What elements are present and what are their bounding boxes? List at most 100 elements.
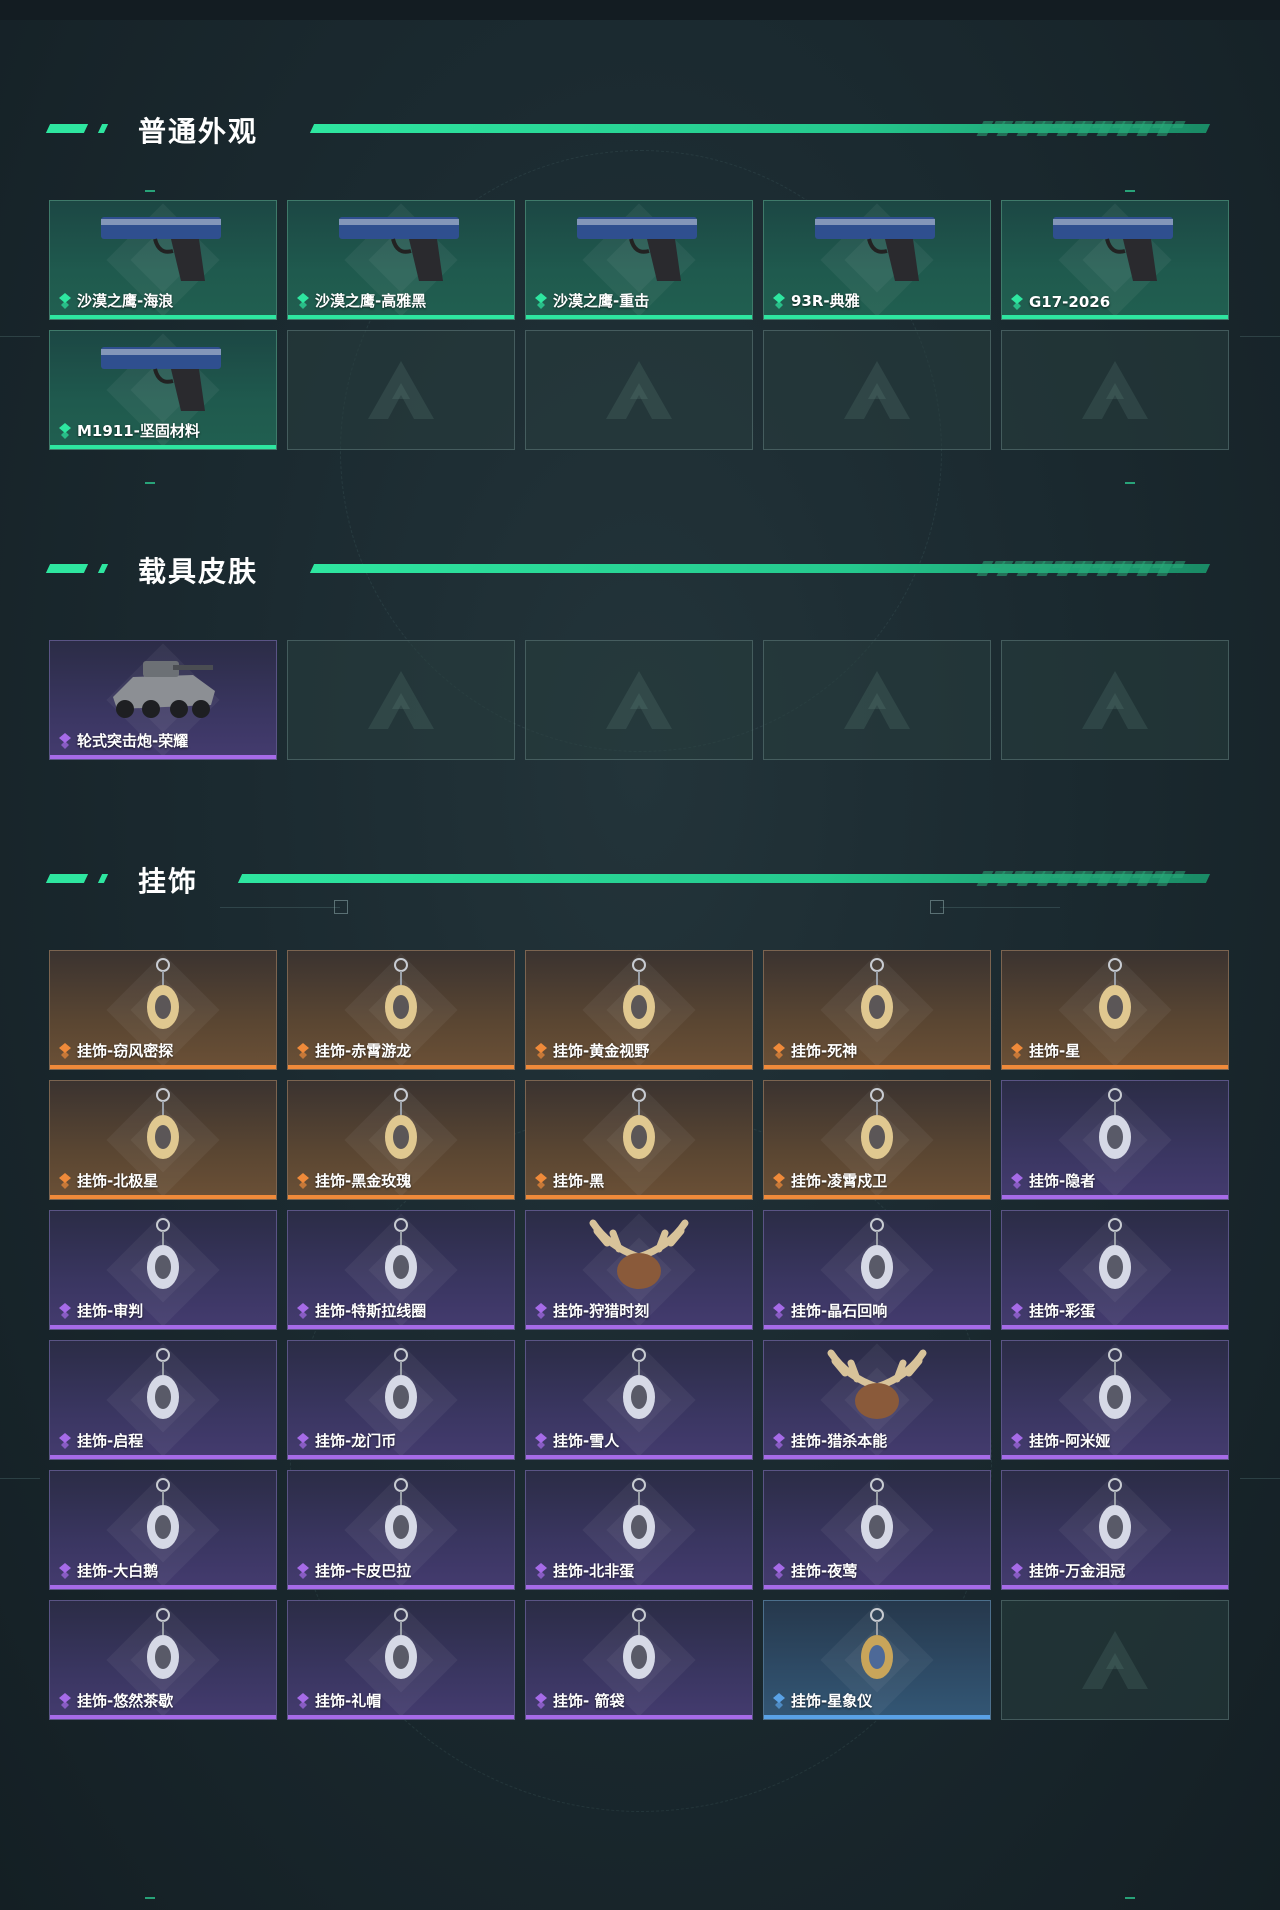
rarity-diamond-icon xyxy=(773,1302,785,1319)
item-label-row: 挂饰-死神 xyxy=(772,1040,857,1061)
item-card[interactable]: 挂饰-夜莺 xyxy=(763,1470,991,1590)
item-label-row: 挂饰-悠然茶歇 xyxy=(58,1690,173,1711)
item-name: 挂饰-审判 xyxy=(77,1302,144,1320)
item-name: 挂饰-彩蛋 xyxy=(1029,1302,1096,1320)
pistol-icon xyxy=(577,217,697,281)
item-name: 93R-典雅 xyxy=(791,292,860,310)
rarity-diamond-icon xyxy=(297,1432,309,1449)
item-label-row: 挂饰-窃风密探 xyxy=(58,1040,173,1061)
item-label-row: 挂饰-北极星 xyxy=(58,1170,158,1191)
item-card[interactable]: 沙漠之鹰-海浪 xyxy=(49,200,277,320)
rarity-diamond-icon xyxy=(59,1562,71,1579)
charm-icon xyxy=(623,1478,655,1549)
item-card[interactable]: 挂饰-礼帽 xyxy=(287,1600,515,1720)
placeholder-logo-icon xyxy=(1082,361,1148,419)
item-card[interactable]: 沙漠之鹰-高雅黑 xyxy=(287,200,515,320)
header-dash xyxy=(97,874,109,883)
item-card[interactable]: 挂饰-狩猎时刻 xyxy=(525,1210,753,1330)
item-card[interactable]: G17-2026 xyxy=(1001,200,1229,320)
item-card[interactable]: 挂饰-启程 xyxy=(49,1340,277,1460)
item-name: 挂饰-特斯拉线圈 xyxy=(315,1302,427,1320)
empty-slot xyxy=(525,640,753,760)
item-card[interactable]: 挂饰-星象仪 xyxy=(763,1600,991,1720)
rarity-diamond-icon xyxy=(535,1172,547,1189)
charm-icon xyxy=(1099,958,1131,1029)
rarity-diamond-icon xyxy=(297,1692,309,1709)
item-card[interactable]: 挂饰-黄金视野 xyxy=(525,950,753,1070)
item-card[interactable]: 挂饰-黑金玫瑰 xyxy=(287,1080,515,1200)
item-label-row: 挂饰-凌霄戍卫 xyxy=(772,1170,887,1191)
item-card[interactable]: 93R-典雅 xyxy=(763,200,991,320)
item-label-row: 沙漠之鹰-海浪 xyxy=(58,290,173,311)
item-label-row: 挂饰-黑金玫瑰 xyxy=(296,1170,411,1191)
item-card[interactable]: M1911-坚固材料 xyxy=(49,330,277,450)
item-card[interactable]: 挂饰-隐者 xyxy=(1001,1080,1229,1200)
item-card[interactable]: 挂饰-雪人 xyxy=(525,1340,753,1460)
item-name: 挂饰-死神 xyxy=(791,1042,858,1060)
item-card[interactable]: 挂饰-悠然茶歇 xyxy=(49,1600,277,1720)
item-card[interactable]: 挂饰-黑 xyxy=(525,1080,753,1200)
item-card[interactable]: 挂饰-晶石回响 xyxy=(763,1210,991,1330)
item-card[interactable]: 挂饰-大白鹅 xyxy=(49,1470,277,1590)
charm-icon xyxy=(861,1088,893,1159)
item-label-row: 挂饰-龙门币 xyxy=(296,1430,396,1451)
charm-icon xyxy=(861,1218,893,1289)
item-label-row: 挂饰-狩猎时刻 xyxy=(534,1300,649,1321)
rarity-diamond-icon xyxy=(1011,294,1023,310)
item-label-row: 挂饰-万金泪冠 xyxy=(1010,1560,1125,1581)
background-line xyxy=(0,1478,40,1479)
item-card[interactable]: 挂饰-窃风密探 xyxy=(49,950,277,1070)
item-name: 挂饰-启程 xyxy=(77,1432,144,1450)
item-name: 挂饰-窃风密探 xyxy=(77,1042,174,1060)
charm-icon xyxy=(147,1478,179,1549)
item-name: 挂饰-隐者 xyxy=(1029,1172,1096,1190)
rarity-diamond-icon xyxy=(773,1172,785,1189)
item-card[interactable]: 挂饰- 箭袋 xyxy=(525,1600,753,1720)
charm-icon xyxy=(1099,1348,1131,1419)
item-card[interactable]: 挂饰-彩蛋 xyxy=(1001,1210,1229,1330)
item-label-row: 挂饰-赤霄游龙 xyxy=(296,1040,411,1061)
section-title: 普通外观 xyxy=(138,115,259,148)
item-name: 挂饰-雪人 xyxy=(553,1432,620,1450)
item-card[interactable]: 挂饰-万金泪冠 xyxy=(1001,1470,1229,1590)
item-label-row: 挂饰-彩蛋 xyxy=(1010,1300,1095,1321)
item-card[interactable]: 挂饰-龙门币 xyxy=(287,1340,515,1460)
item-card[interactable]: 挂饰-北非蛋 xyxy=(525,1470,753,1590)
header-dash xyxy=(45,564,89,573)
rarity-diamond-icon xyxy=(297,1172,309,1189)
item-card[interactable]: 挂饰-阿米娅 xyxy=(1001,1340,1229,1460)
empty-slot xyxy=(287,330,515,450)
item-card[interactable]: 挂饰-凌霄戍卫 xyxy=(763,1080,991,1200)
item-label-row: G17-2026 xyxy=(1010,293,1110,311)
item-card[interactable]: 挂饰-卡皮巴拉 xyxy=(287,1470,515,1590)
item-card[interactable]: 沙漠之鹰-重击 xyxy=(525,200,753,320)
item-label-row: 挂饰-审判 xyxy=(58,1300,143,1321)
item-card[interactable]: 挂饰-死神 xyxy=(763,950,991,1070)
rarity-diamond-icon xyxy=(59,1302,71,1319)
rarity-diamond-icon xyxy=(59,1042,71,1059)
rarity-diamond-icon xyxy=(535,1432,547,1449)
item-card[interactable]: 挂饰-赤霄游龙 xyxy=(287,950,515,1070)
item-name: 挂饰-黄金视野 xyxy=(553,1042,650,1060)
rarity-diamond-icon xyxy=(297,1042,309,1059)
empty-slot xyxy=(763,640,991,760)
background-line xyxy=(220,907,340,908)
charm-icon xyxy=(1099,1088,1131,1159)
header-checker xyxy=(982,121,1186,128)
rarity-diamond-icon xyxy=(59,422,71,439)
rarity-diamond-icon xyxy=(535,1692,547,1709)
item-name: 挂饰-凌霄戍卫 xyxy=(791,1172,888,1190)
tick-mark xyxy=(1125,1897,1135,1899)
item-card[interactable]: 挂饰-猎杀本能 xyxy=(763,1340,991,1460)
rarity-diamond-icon xyxy=(1011,1172,1023,1189)
item-name: 沙漠之鹰-高雅黑 xyxy=(315,292,427,310)
item-name: 挂饰-龙门币 xyxy=(315,1432,397,1450)
item-card[interactable]: 挂饰-北极星 xyxy=(49,1080,277,1200)
item-card[interactable]: 挂饰-星 xyxy=(1001,950,1229,1070)
item-name: 挂饰-狩猎时刻 xyxy=(553,1302,650,1320)
item-card[interactable]: 挂饰-特斯拉线圈 xyxy=(287,1210,515,1330)
item-card[interactable]: 挂饰-审判 xyxy=(49,1210,277,1330)
rarity-diamond-icon xyxy=(773,1692,785,1709)
charm-icon xyxy=(623,1608,655,1679)
item-card[interactable]: 轮式突击炮-荣耀 xyxy=(49,640,277,760)
